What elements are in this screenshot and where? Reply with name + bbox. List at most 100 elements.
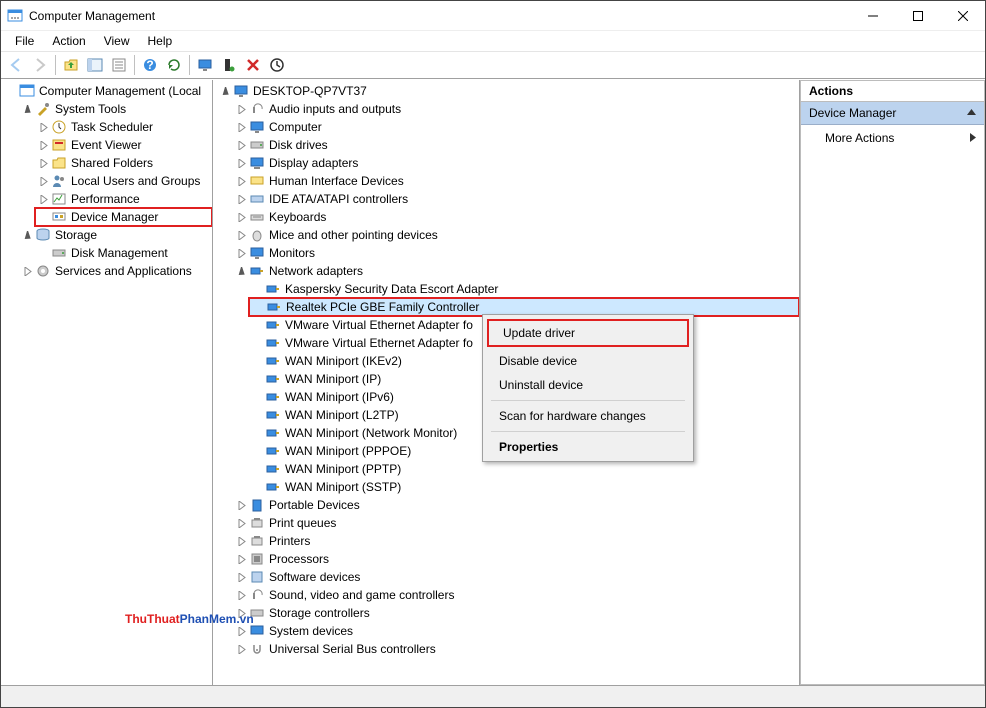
network-adapter-icon xyxy=(265,479,281,495)
maximize-button[interactable] xyxy=(895,1,940,30)
blank-twist-icon xyxy=(251,283,263,295)
network-adapter-label: VMware Virtual Ethernet Adapter fo xyxy=(285,318,473,332)
task-scheduler-label: Task Scheduler xyxy=(71,120,153,134)
network-adapter-label: WAN Miniport (PPTP) xyxy=(285,462,401,476)
network-adapter-item[interactable]: Kaspersky Security Data Escort Adapter xyxy=(249,280,799,298)
shared-folders[interactable]: Shared Folders xyxy=(35,154,212,172)
device-category-label: System devices xyxy=(269,624,353,638)
delete-button[interactable] xyxy=(242,54,264,76)
network-adapter-item[interactable]: WAN Miniport (PPTP) xyxy=(249,460,799,478)
network-adapter-icon xyxy=(265,425,281,441)
device-category[interactable]: Human Interface Devices xyxy=(233,172,799,190)
device-category[interactable]: Monitors xyxy=(233,244,799,262)
collapsed-twist-icon xyxy=(235,499,247,511)
system-tools-label: System Tools xyxy=(55,102,126,116)
show-hide-tree-button[interactable] xyxy=(84,54,106,76)
network-adapter-item[interactable]: WAN Miniport (SSTP) xyxy=(249,478,799,496)
tree-root-label: Computer Management (Local xyxy=(39,84,201,98)
ctx-scan-hardware[interactable]: Scan for hardware changes xyxy=(485,404,691,428)
menu-file[interactable]: File xyxy=(7,32,42,50)
collapsed-twist-icon xyxy=(37,139,49,151)
more-actions-label: More Actions xyxy=(825,131,894,145)
forward-button[interactable] xyxy=(29,54,51,76)
actions-device-manager[interactable]: Device Manager xyxy=(801,102,984,125)
network-adapter-label: WAN Miniport (IPv6) xyxy=(285,390,394,404)
device-category[interactable]: System devices xyxy=(233,622,799,640)
performance[interactable]: Performance xyxy=(35,190,212,208)
disk-management[interactable]: Disk Management xyxy=(35,244,212,262)
collapsed-twist-icon xyxy=(235,553,247,565)
collapsed-twist-icon xyxy=(235,229,247,241)
blank-twist-icon xyxy=(251,427,263,439)
device-category[interactable]: Portable Devices xyxy=(233,496,799,514)
blank-twist-icon xyxy=(251,481,263,493)
more-actions[interactable]: More Actions xyxy=(801,125,984,151)
device-category-label: Display adapters xyxy=(269,156,358,170)
properties-button[interactable] xyxy=(108,54,130,76)
system-tools[interactable]: System Tools xyxy=(19,100,212,118)
collapsed-twist-icon xyxy=(235,175,247,187)
scan-legacy-button[interactable] xyxy=(218,54,240,76)
services-icon xyxy=(35,263,51,279)
up-folder-button[interactable] xyxy=(60,54,82,76)
device-category[interactable]: Printers xyxy=(233,532,799,550)
services-apps[interactable]: Services and Applications xyxy=(19,262,212,280)
tree-root[interactable]: Computer Management (Local xyxy=(3,82,212,100)
close-button[interactable] xyxy=(940,1,985,30)
collapsed-twist-icon xyxy=(235,211,247,223)
network-adapters-label: Network adapters xyxy=(269,264,363,278)
device-category[interactable]: Storage controllers xyxy=(233,604,799,622)
blank-twist-icon xyxy=(37,247,49,259)
device-category[interactable]: IDE ATA/ATAPI controllers xyxy=(233,190,799,208)
help-button[interactable]: ? xyxy=(139,54,161,76)
device-root[interactable]: DESKTOP-QP7VT37 xyxy=(217,82,799,100)
ctx-disable-label: Disable device xyxy=(499,354,577,368)
device-category[interactable]: Universal Serial Bus controllers xyxy=(233,640,799,658)
ctx-disable-device[interactable]: Disable device xyxy=(485,349,691,373)
console-tree-panel: Computer Management (Local System Tools … xyxy=(1,80,213,685)
device-category[interactable]: Display adapters xyxy=(233,154,799,172)
menu-view[interactable]: View xyxy=(96,32,138,50)
expanded-twist-icon xyxy=(21,229,33,241)
ctx-properties[interactable]: Properties xyxy=(485,435,691,459)
device-category-label: Disk drives xyxy=(269,138,328,152)
ctx-uninstall-device[interactable]: Uninstall device xyxy=(485,373,691,397)
ctx-separator xyxy=(491,431,685,432)
storage[interactable]: Storage xyxy=(19,226,212,244)
device-category[interactable]: Print queues xyxy=(233,514,799,532)
device-category-icon xyxy=(249,227,265,243)
device-category[interactable]: Processors xyxy=(233,550,799,568)
device-category[interactable]: Keyboards xyxy=(233,208,799,226)
device-category-label: Human Interface Devices xyxy=(269,174,404,188)
local-users-label: Local Users and Groups xyxy=(71,174,200,188)
device-category[interactable]: Software devices xyxy=(233,568,799,586)
local-users[interactable]: Local Users and Groups xyxy=(35,172,212,190)
device-category[interactable]: Disk drives xyxy=(233,136,799,154)
device-category[interactable]: Audio inputs and outputs xyxy=(233,100,799,118)
device-category-label: IDE ATA/ATAPI controllers xyxy=(269,192,408,206)
ctx-update-driver[interactable]: Update driver xyxy=(487,319,689,347)
minimize-button[interactable] xyxy=(850,1,895,30)
device-category[interactable]: Computer xyxy=(233,118,799,136)
network-adapter-label: WAN Miniport (Network Monitor) xyxy=(285,426,457,440)
network-adapter-icon xyxy=(265,335,281,351)
event-viewer[interactable]: Event Viewer xyxy=(35,136,212,154)
users-icon xyxy=(51,173,67,189)
network-adapter-label: WAN Miniport (L2TP) xyxy=(285,408,399,422)
submenu-arrow-icon xyxy=(969,131,976,145)
back-button[interactable] xyxy=(5,54,27,76)
device-category[interactable]: Mice and other pointing devices xyxy=(233,226,799,244)
monitor-button[interactable] xyxy=(194,54,216,76)
refresh-button[interactable] xyxy=(163,54,185,76)
menu-action[interactable]: Action xyxy=(44,32,93,50)
disk-icon xyxy=(51,245,67,261)
collapsed-twist-icon xyxy=(235,121,247,133)
device-category[interactable]: Sound, video and game controllers xyxy=(233,586,799,604)
scan-hardware-button[interactable] xyxy=(266,54,288,76)
task-scheduler[interactable]: Task Scheduler xyxy=(35,118,212,136)
network-adapters[interactable]: Network adapters xyxy=(233,262,799,280)
actions-header: Actions xyxy=(800,80,985,102)
collapsed-twist-icon xyxy=(235,571,247,583)
menu-help[interactable]: Help xyxy=(140,32,181,50)
device-manager[interactable]: Device Manager xyxy=(35,208,212,226)
